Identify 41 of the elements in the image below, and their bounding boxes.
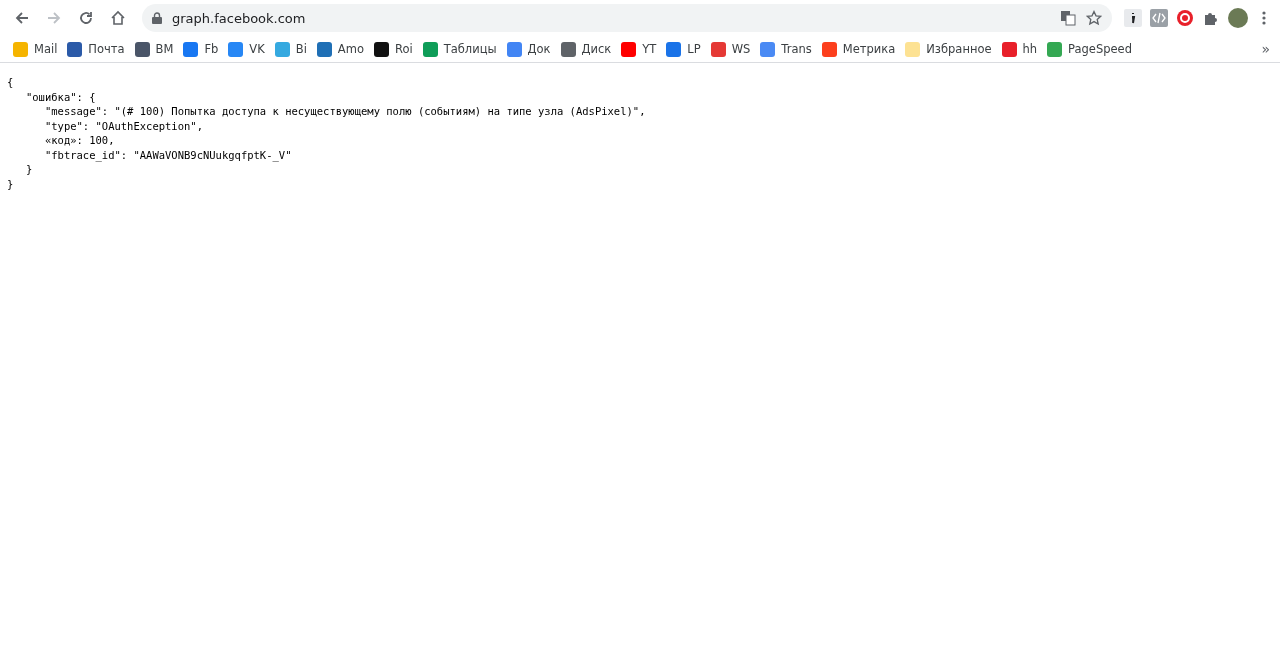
bookmark-item[interactable]: Bi <box>271 39 310 59</box>
bookmark-item[interactable]: Диск <box>557 39 615 59</box>
bookmark-item[interactable]: hh <box>998 39 1041 59</box>
bookmark-item[interactable]: PageSpeed <box>1044 39 1135 59</box>
bookmark-item[interactable]: Док <box>503 39 554 59</box>
code-line: "fbtrace_id": "AAWaVONB9cNUukgqfptK-_V" <box>43 147 293 162</box>
star-icon[interactable] <box>1086 10 1102 26</box>
bookmark-item[interactable]: Метрика <box>818 39 899 59</box>
bookmark-item[interactable]: YT <box>618 39 660 59</box>
code-extension-icon[interactable] <box>1150 9 1168 27</box>
bookmark-item[interactable]: Roi <box>370 39 416 59</box>
code-line: "type": "OAuthException", <box>43 118 204 133</box>
bookmark-item[interactable]: Amo <box>313 39 367 59</box>
bookmark-item[interactable]: Trans <box>757 39 815 59</box>
code-line: { <box>7 75 15 90</box>
back-arrow-icon <box>14 10 30 26</box>
translate-icon[interactable] <box>1060 10 1076 26</box>
code-line: } <box>24 162 34 177</box>
code-line: "message": "(# 100) Попытка доступа к несуществующему полю (событиям) на типе узла (AdsPixel)", <box>43 104 647 119</box>
bookmark-item[interactable]: Таблицы <box>419 39 500 59</box>
code-line: «код»: 100, <box>43 133 116 148</box>
forward-arrow-icon <box>46 10 62 26</box>
reload-icon <box>78 10 94 26</box>
bookmark-item[interactable]: Mail <box>10 39 61 59</box>
home-icon <box>110 10 126 26</box>
code-line: "ошибка": { <box>24 89 97 104</box>
bookmark-item[interactable]: Fb <box>180 39 222 59</box>
lock-icon <box>152 12 162 24</box>
info-extension-icon[interactable] <box>1124 9 1142 27</box>
sync-extension-icon[interactable] <box>1176 9 1194 27</box>
bookmark-item[interactable]: Избранное <box>902 39 995 59</box>
url-text: graph.facebook.com <box>172 10 307 26</box>
bookmark-item[interactable]: VK <box>225 39 268 59</box>
more-bookmarks-button[interactable]: » <box>1261 41 1270 57</box>
profile-avatar[interactable] <box>1228 8 1248 28</box>
bookmark-item[interactable]: BM <box>131 39 177 59</box>
bookmark-item[interactable]: WS <box>707 39 754 59</box>
code-line: } <box>7 176 15 191</box>
address-bar[interactable]: graph.facebook.com <box>142 4 1112 32</box>
bookmark-item[interactable]: LP <box>663 39 704 59</box>
bookmark-item[interactable]: Почта <box>64 39 128 59</box>
